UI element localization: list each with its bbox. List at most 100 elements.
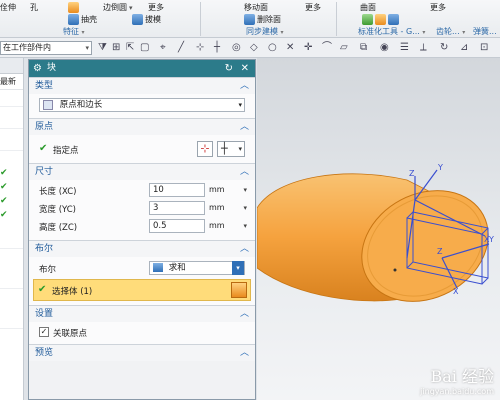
height-unit-select[interactable]: mm ▾: [209, 219, 247, 233]
width-label: 宽度 (YC): [39, 205, 76, 215]
snap-tangent-icon[interactable]: ○: [268, 41, 277, 55]
section-title: 类型: [35, 81, 54, 91]
chevron-down-icon: ▾: [243, 204, 247, 212]
close-icon[interactable]: ✕: [241, 60, 249, 77]
associative-origin-checkbox[interactable]: ✓: [39, 327, 49, 337]
check-icon: ✔: [39, 143, 48, 154]
dynamic-icon[interactable]: ↻: [440, 41, 448, 55]
check-icon: ✔: [0, 168, 8, 178]
select-mode-icon[interactable]: ▢: [140, 41, 149, 55]
snap-endpoint-icon[interactable]: ⊹: [196, 41, 204, 55]
length-label: 长度 (XC): [39, 187, 77, 197]
shell-button[interactable]: 抽壳: [68, 14, 97, 25]
watermark-brand: Bai 经验: [430, 367, 494, 386]
draft-button[interactable]: 拔模: [132, 14, 161, 25]
model-canvas[interactable]: Z Y X Z Y X: [257, 58, 500, 400]
watermark-url: jingyan.baidu.com: [420, 387, 494, 396]
snap-curve-icon[interactable]: ⌒: [322, 41, 332, 55]
section-title: 原点: [35, 122, 54, 132]
point-dialog-icon[interactable]: ⊹: [197, 141, 213, 157]
group-standard-tools[interactable]: 标准化工具 - G... ▾: [358, 26, 425, 37]
view-icon[interactable]: ⧉: [360, 41, 367, 55]
ribbon-divider: [336, 2, 337, 36]
measure-icon[interactable]: ⊿: [460, 41, 468, 55]
gear-icon[interactable]: ⚙: [33, 60, 42, 77]
snap-quadrant-icon[interactable]: ◇: [250, 41, 258, 55]
extrude-button[interactable]: 佺伸: [0, 2, 16, 13]
dialog-title-bar: ⚙ 块 ↻ ✕: [29, 60, 255, 77]
length-input[interactable]: 10: [149, 183, 205, 197]
top-item: 移动面: [244, 3, 268, 12]
selection-scope-dropdown[interactable]: 在工作部件内 ▾: [0, 41, 92, 55]
width-input[interactable]: 3: [149, 201, 205, 215]
move-face-button[interactable]: 移动面: [244, 2, 268, 13]
filter-icon[interactable]: ⧩: [98, 41, 107, 55]
boolean-value: 求和: [168, 263, 186, 273]
surface-button[interactable]: 曲面: [360, 2, 376, 13]
snap-face-icon[interactable]: ▱: [340, 41, 348, 55]
group-gear[interactable]: 齿轮... ▾: [436, 26, 465, 37]
reset-icon[interactable]: ↻: [225, 60, 233, 77]
edge-blend-button[interactable]: 边倒圆 ▾: [103, 2, 133, 13]
graphics-viewport[interactable]: Z Y X Z Y X Bai 经验 jingyan.baidu.com: [257, 58, 500, 400]
snap-center-icon[interactable]: ◎: [232, 41, 241, 55]
point-type-dropdown[interactable]: ┼ ▾: [217, 141, 245, 157]
hole-button[interactable]: 孔: [30, 2, 38, 13]
solid-body-icon[interactable]: [231, 282, 247, 298]
surface-icon: [375, 14, 386, 25]
group-spring[interactable]: 弹簧...: [473, 26, 497, 37]
draft-label: 拔模: [145, 15, 161, 24]
delete-face-button[interactable]: 删除面: [244, 14, 281, 25]
shell-cmd-icon: [68, 14, 79, 25]
select-all-icon[interactable]: ⊞: [112, 41, 120, 55]
section-preview-header[interactable]: 预览 ︿: [29, 344, 255, 361]
top-item: 孔: [30, 3, 38, 12]
selection-scope-value: 在工作部件内: [3, 43, 51, 52]
more-button-1[interactable]: 更多: [148, 2, 164, 13]
group-label: 标准化工具 - G...: [358, 27, 420, 36]
width-unit-select[interactable]: mm ▾: [209, 201, 247, 215]
section-boolean-header[interactable]: 布尔 ︿: [29, 240, 255, 257]
length-unit-select[interactable]: mm ▾: [209, 183, 247, 197]
snap-point-icon[interactable]: ⌖: [160, 41, 166, 55]
snap-existing-icon[interactable]: ✛: [304, 41, 312, 55]
axis-label: Z: [437, 247, 443, 256]
section-type: 原点和边长 ▾: [29, 94, 255, 118]
snap-midpoint-icon[interactable]: ┼: [214, 41, 220, 55]
layer-icon[interactable]: ☰: [400, 41, 409, 55]
section-type-header[interactable]: 类型 ︿: [29, 77, 255, 94]
shell-top-icon-button[interactable]: [68, 2, 79, 13]
more-button-2[interactable]: 更多: [305, 2, 321, 13]
section-origin-header[interactable]: 原点 ︿: [29, 118, 255, 135]
snap-line-icon[interactable]: ╱: [178, 41, 184, 55]
select-body-row[interactable]: ✔ 选择体 (1): [33, 279, 251, 301]
chevron-down-icon: ▾: [232, 261, 244, 275]
section-dimensions-header[interactable]: 尺寸 ︿: [29, 163, 255, 180]
render-icon[interactable]: ◉: [380, 41, 389, 55]
group-feature[interactable]: 特征 ▾: [63, 26, 85, 37]
boolean-select[interactable]: 求和 ▾: [149, 261, 245, 275]
section-settings-header[interactable]: 设置 ︿: [29, 305, 255, 322]
chevron-down-icon: ▾: [243, 222, 247, 230]
surface-tools[interactable]: [362, 14, 399, 25]
group-sync-modeling[interactable]: 同步建模 ▾: [246, 26, 284, 37]
section-boolean: 布尔 求和 ▾ ✔ 选择体 (1): [29, 257, 255, 305]
section-settings: ✓ 关联原点: [29, 322, 255, 344]
origin-point: [393, 268, 397, 272]
section-title: 预览: [35, 348, 54, 358]
chevron-down-icon: ▾: [85, 44, 89, 52]
snap-intersect-icon[interactable]: ✕: [286, 41, 294, 55]
chevron-down-icon: ▾: [238, 101, 242, 109]
divider: [0, 328, 23, 329]
draft-icon: [132, 14, 143, 25]
wcs-icon[interactable]: ⟂: [420, 41, 427, 55]
select-arrow-icon[interactable]: ⇱: [126, 41, 134, 55]
check-icon: ✔: [38, 284, 47, 295]
axis-label: X: [453, 287, 459, 296]
height-input[interactable]: 0.5: [149, 219, 205, 233]
more-button-3[interactable]: 更多: [430, 2, 446, 13]
height-label: 高度 (ZC): [39, 223, 78, 233]
analysis-icon[interactable]: ⊡: [480, 41, 488, 55]
check-icon: ✔: [0, 210, 8, 220]
type-select[interactable]: 原点和边长 ▾: [39, 98, 245, 112]
